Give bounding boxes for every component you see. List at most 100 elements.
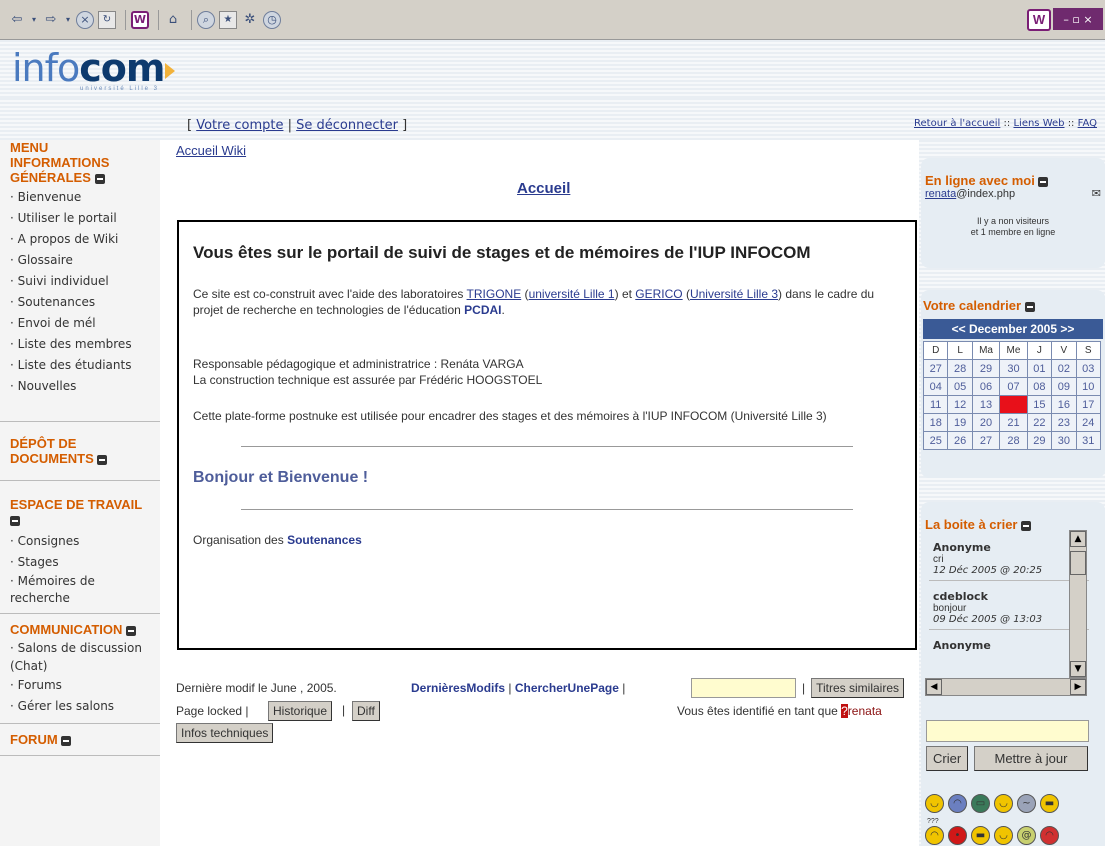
logout-link[interactable]: Se déconnecter [296, 118, 398, 133]
sidebar-item-salons[interactable]: · Salons de discussion (Chat) [0, 639, 160, 675]
sad-blue-icon[interactable]: ◠ [948, 794, 967, 813]
calendar-month-nav[interactable]: << December 2005 >> [923, 319, 1103, 339]
favorites-icon[interactable]: ★ [219, 10, 237, 29]
calendar-day[interactable]: 21 [999, 413, 1028, 432]
calendar-day[interactable]: 06 [971, 377, 1001, 396]
calendar-day[interactable]: 07 [999, 377, 1028, 396]
smile-icon[interactable]: ◡ [925, 794, 944, 813]
calendar-day[interactable]: 10 [1075, 377, 1102, 396]
collapse-icon[interactable] [61, 735, 72, 746]
sidebar-item-gerer[interactable]: · Gérer les salons [0, 696, 160, 717]
scroll-left-icon[interactable]: ◀ [926, 679, 942, 695]
w-button[interactable]: W [1027, 9, 1051, 31]
user-link[interactable]: renata [848, 704, 882, 718]
home-icon[interactable]: ⌂ [164, 11, 182, 29]
sidebar-item-envoi[interactable]: · Envoi de mél [0, 313, 160, 334]
faq-link[interactable]: FAQ [1078, 118, 1097, 129]
sidebar-item-glossaire[interactable]: · Glossaire [0, 250, 160, 271]
refresh-icon[interactable]: ↻ [98, 10, 116, 29]
mad-icon[interactable]: ◠ [1040, 826, 1059, 845]
breadcrumb[interactable]: Accueil Wiki [176, 143, 246, 158]
angry-icon[interactable]: • [948, 826, 967, 845]
sidebar-section-title[interactable]: FORUM [0, 732, 160, 747]
grin-icon[interactable]: ▭ [971, 794, 990, 813]
calendar-day-today[interactable]: 14 [999, 395, 1028, 414]
collapse-icon[interactable] [126, 625, 137, 636]
puzzled-icon[interactable]: ◠ [925, 826, 944, 845]
stop-icon[interactable]: × [76, 10, 94, 29]
forward-dropdown-icon[interactable]: ▾ [64, 11, 72, 29]
calendar-day[interactable]: 29 [1026, 431, 1053, 450]
sidebar-item-utiliser[interactable]: · Utiliser le portail [0, 208, 160, 229]
refresh-button[interactable]: Mettre à jour [974, 746, 1088, 771]
shout-vertical-scrollbar[interactable]: ▲ ▼ [1069, 530, 1087, 678]
collapse-icon[interactable] [1021, 520, 1032, 531]
calendar-day[interactable]: 23 [1051, 413, 1077, 432]
calendar-day[interactable]: 25 [922, 431, 949, 450]
sidebar-item-etudiants[interactable]: · Liste des étudiants [0, 355, 160, 376]
calendar-day[interactable]: 30 [1051, 431, 1077, 450]
calendar-day[interactable]: 15 [1026, 395, 1053, 414]
calendar-day[interactable]: 16 [1051, 395, 1077, 414]
wink-icon[interactable]: ◡ [994, 794, 1013, 813]
history-button[interactable]: Historique [268, 701, 333, 721]
recent-changes-link[interactable]: DernièresModifs [411, 681, 505, 695]
calendar-day[interactable]: 03 [1075, 359, 1102, 378]
mailbox-icon[interactable]: ✉ [1092, 187, 1101, 200]
web-links-link[interactable]: Liens Web [1013, 118, 1064, 129]
pcdai-label[interactable]: PCDAI [464, 303, 501, 317]
calendar-day[interactable]: 01 [1026, 359, 1053, 378]
forward-icon[interactable]: ⇨ [42, 11, 60, 29]
sidebar-item-apropos[interactable]: · A propos de Wiki [0, 229, 160, 250]
calendar-day[interactable]: 27 [971, 431, 1001, 450]
lille1-link[interactable]: université Lille 1 [529, 287, 615, 301]
media-icon[interactable]: ✲ [241, 11, 259, 29]
online-user-link[interactable]: renata [925, 188, 956, 200]
calendar-day[interactable]: 28 [947, 359, 973, 378]
calendar-day[interactable]: 27 [922, 359, 949, 378]
shout-input[interactable] [926, 720, 1089, 742]
calendar-day[interactable]: 24 [1075, 413, 1102, 432]
scroll-thumb[interactable] [1070, 551, 1086, 575]
calendar-day[interactable]: 31 [1075, 431, 1102, 450]
search-input[interactable] [691, 678, 796, 698]
sidebar-item-memoires[interactable]: · Mémoires de recherche [0, 573, 160, 607]
collapse-icon[interactable] [1038, 176, 1049, 187]
back-icon[interactable]: ⇦ [8, 11, 26, 29]
calendar-day[interactable]: 05 [947, 377, 973, 396]
calendar-day[interactable]: 17 [1075, 395, 1102, 414]
online-title[interactable]: En ligne avec moi [925, 173, 1101, 188]
scroll-right-icon[interactable]: ▶ [1070, 679, 1086, 695]
gerico-link[interactable]: GERICO [635, 287, 682, 301]
calendar-day[interactable]: 18 [922, 413, 949, 432]
tech-info-button[interactable]: Infos techniques [176, 723, 274, 743]
sidebar-item-suivi[interactable]: · Suivi individuel [0, 271, 160, 292]
collapse-icon[interactable] [10, 515, 20, 526]
sidebar-section-title[interactable]: MENU INFORMATIONS GÉNÉRALES [0, 140, 160, 185]
calendar-day[interactable]: 26 [947, 431, 973, 450]
shades-icon[interactable]: ▬ [971, 826, 990, 845]
calendar-day[interactable]: 08 [1026, 377, 1053, 396]
dizzy-icon[interactable]: @ [1017, 826, 1036, 845]
collapse-icon[interactable] [97, 454, 108, 465]
calendar-day[interactable]: 04 [922, 377, 949, 396]
back-dropdown-icon[interactable]: ▾ [30, 11, 38, 29]
calendar-day[interactable]: 02 [1051, 359, 1077, 378]
confused-icon[interactable]: ~ [1017, 794, 1036, 813]
calendar-day[interactable]: 22 [1026, 413, 1053, 432]
calendar-day[interactable]: 09 [1051, 377, 1077, 396]
account-link[interactable]: Votre compte [196, 118, 283, 133]
page-title[interactable]: Accueil [517, 180, 570, 197]
home-return-link[interactable]: Retour à l'accueil [914, 118, 1000, 129]
sidebar-section-title[interactable]: DÉPÔT DE DOCUMENTS [0, 436, 160, 466]
shout-button[interactable]: Crier [926, 746, 969, 771]
sidebar-item-membres[interactable]: · Liste des membres [0, 334, 160, 355]
trigone-link[interactable]: TRIGONE [467, 287, 522, 301]
tongue-icon[interactable]: ◡ [994, 826, 1013, 845]
scroll-down-icon[interactable]: ▼ [1070, 661, 1086, 677]
calendar-day[interactable]: 12 [947, 395, 973, 414]
calendar-day[interactable]: 30 [999, 359, 1028, 378]
calendar-day[interactable]: 20 [971, 413, 1001, 432]
similar-titles-button[interactable]: Titres similaires [811, 678, 905, 698]
history-icon[interactable]: ◷ [263, 10, 281, 29]
